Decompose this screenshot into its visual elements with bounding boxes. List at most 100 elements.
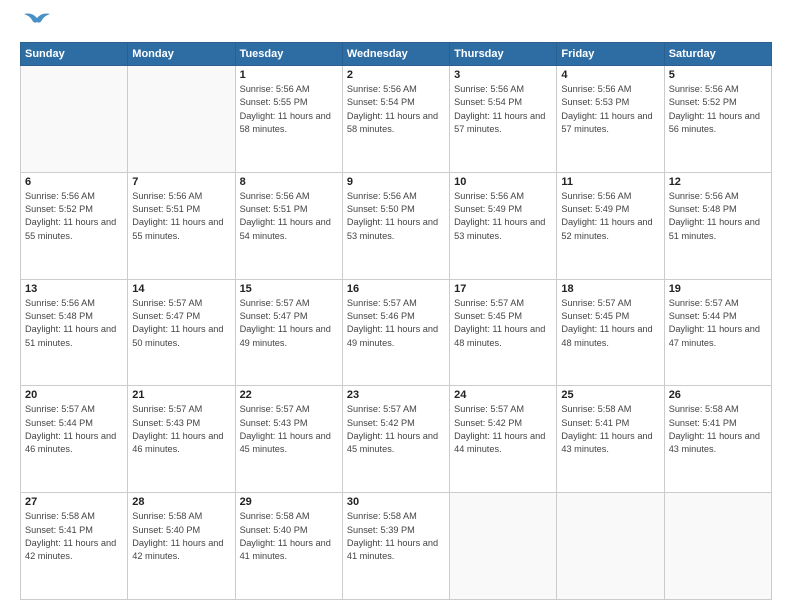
day-info: Sunrise: 5:57 AMSunset: 5:43 PMDaylight:… bbox=[240, 403, 338, 456]
day-number: 30 bbox=[347, 496, 445, 508]
day-info: Sunrise: 5:56 AMSunset: 5:52 PMDaylight:… bbox=[669, 83, 767, 136]
day-info: Sunrise: 5:57 AMSunset: 5:42 PMDaylight:… bbox=[454, 403, 552, 456]
calendar-day: 9 Sunrise: 5:56 AMSunset: 5:50 PMDaylight… bbox=[342, 172, 449, 279]
day-number: 19 bbox=[669, 283, 767, 295]
calendar-day: 20 Sunrise: 5:57 AMSunset: 5:44 PMDayligh… bbox=[21, 386, 128, 493]
day-number: 16 bbox=[347, 283, 445, 295]
calendar-day: 29 Sunrise: 5:58 AMSunset: 5:40 PMDayligh… bbox=[235, 493, 342, 600]
day-info: Sunrise: 5:56 AMSunset: 5:49 PMDaylight:… bbox=[454, 190, 552, 243]
day-number: 11 bbox=[561, 176, 659, 188]
calendar-day: 25 Sunrise: 5:58 AMSunset: 5:41 PMDayligh… bbox=[557, 386, 664, 493]
day-number: 7 bbox=[132, 176, 230, 188]
day-info: Sunrise: 5:56 AMSunset: 5:49 PMDaylight:… bbox=[561, 190, 659, 243]
calendar-week-2: 6Sunrise: 5:56 AMSunset: 5:52 PMDaylight… bbox=[21, 172, 772, 279]
day-info: Sunrise: 5:57 AMSunset: 5:45 PMDaylight:… bbox=[454, 297, 552, 350]
day-info: Sunrise: 5:58 AMSunset: 5:41 PMDaylight:… bbox=[561, 403, 659, 456]
day-number: 12 bbox=[669, 176, 767, 188]
day-info: Sunrise: 5:56 AMSunset: 5:51 PMDaylight:… bbox=[240, 190, 338, 243]
calendar-day: 22 Sunrise: 5:57 AMSunset: 5:43 PMDayligh… bbox=[235, 386, 342, 493]
calendar-day: 24Sunrise: 5:57 AMSunset: 5:42 PMDayligh… bbox=[450, 386, 557, 493]
calendar-week-3: 13Sunrise: 5:56 AMSunset: 5:48 PMDayligh… bbox=[21, 279, 772, 386]
day-number: 21 bbox=[132, 389, 230, 401]
day-number: 10 bbox=[454, 176, 552, 188]
calendar-day: 26 Sunrise: 5:58 AMSunset: 5:41 PMDayligh… bbox=[664, 386, 771, 493]
day-number: 18 bbox=[561, 283, 659, 295]
day-number: 28 bbox=[132, 496, 230, 508]
calendar-day bbox=[557, 493, 664, 600]
calendar-header-friday: Friday bbox=[557, 43, 664, 66]
calendar-week-5: 27 Sunrise: 5:58 AMSunset: 5:41 PMDayligh… bbox=[21, 493, 772, 600]
calendar-day: 12 Sunrise: 5:56 AMSunset: 5:48 PMDayligh… bbox=[664, 172, 771, 279]
day-info: Sunrise: 5:57 AMSunset: 5:45 PMDaylight:… bbox=[561, 297, 659, 350]
header bbox=[20, 18, 772, 32]
page: SundayMondayTuesdayWednesdayThursdayFrid… bbox=[0, 0, 792, 612]
calendar-week-4: 20 Sunrise: 5:57 AMSunset: 5:44 PMDayligh… bbox=[21, 386, 772, 493]
day-number: 22 bbox=[240, 389, 338, 401]
day-info: Sunrise: 5:57 AMSunset: 5:42 PMDaylight:… bbox=[347, 403, 445, 456]
calendar-day: 11 Sunrise: 5:56 AMSunset: 5:49 PMDayligh… bbox=[557, 172, 664, 279]
calendar-day: 28Sunrise: 5:58 AMSunset: 5:40 PMDayligh… bbox=[128, 493, 235, 600]
calendar-day bbox=[450, 493, 557, 600]
calendar-day: 21 Sunrise: 5:57 AMSunset: 5:43 PMDayligh… bbox=[128, 386, 235, 493]
calendar-day: 7 Sunrise: 5:56 AMSunset: 5:51 PMDaylight… bbox=[128, 172, 235, 279]
calendar-day: 15 Sunrise: 5:57 AMSunset: 5:47 PMDayligh… bbox=[235, 279, 342, 386]
calendar-header-sunday: Sunday bbox=[21, 43, 128, 66]
day-number: 17 bbox=[454, 283, 552, 295]
calendar-day: 5 Sunrise: 5:56 AMSunset: 5:52 PMDaylight… bbox=[664, 66, 771, 173]
day-number: 14 bbox=[132, 283, 230, 295]
day-info: Sunrise: 5:58 AMSunset: 5:40 PMDaylight:… bbox=[240, 510, 338, 563]
calendar-day: 13Sunrise: 5:56 AMSunset: 5:48 PMDayligh… bbox=[21, 279, 128, 386]
day-number: 15 bbox=[240, 283, 338, 295]
calendar-day: 6Sunrise: 5:56 AMSunset: 5:52 PMDaylight… bbox=[21, 172, 128, 279]
calendar-day: 2 Sunrise: 5:56 AMSunset: 5:54 PMDaylight… bbox=[342, 66, 449, 173]
calendar-header-monday: Monday bbox=[128, 43, 235, 66]
day-info: Sunrise: 5:57 AMSunset: 5:47 PMDaylight:… bbox=[240, 297, 338, 350]
day-info: Sunrise: 5:56 AMSunset: 5:53 PMDaylight:… bbox=[561, 83, 659, 136]
day-number: 29 bbox=[240, 496, 338, 508]
logo bbox=[20, 18, 52, 32]
calendar-day: 18 Sunrise: 5:57 AMSunset: 5:45 PMDayligh… bbox=[557, 279, 664, 386]
day-info: Sunrise: 5:56 AMSunset: 5:51 PMDaylight:… bbox=[132, 190, 230, 243]
day-info: Sunrise: 5:58 AMSunset: 5:41 PMDaylight:… bbox=[669, 403, 767, 456]
calendar-day: 8Sunrise: 5:56 AMSunset: 5:51 PMDaylight… bbox=[235, 172, 342, 279]
calendar-day: 17 Sunrise: 5:57 AMSunset: 5:45 PMDayligh… bbox=[450, 279, 557, 386]
day-info: Sunrise: 5:58 AMSunset: 5:41 PMDaylight:… bbox=[25, 510, 123, 563]
day-info: Sunrise: 5:57 AMSunset: 5:44 PMDaylight:… bbox=[25, 403, 123, 456]
day-number: 25 bbox=[561, 389, 659, 401]
day-number: 5 bbox=[669, 69, 767, 81]
calendar-day: 3Sunrise: 5:56 AMSunset: 5:54 PMDaylight… bbox=[450, 66, 557, 173]
calendar-header-wednesday: Wednesday bbox=[342, 43, 449, 66]
day-number: 23 bbox=[347, 389, 445, 401]
day-number: 27 bbox=[25, 496, 123, 508]
day-info: Sunrise: 5:56 AMSunset: 5:52 PMDaylight:… bbox=[25, 190, 123, 243]
day-info: Sunrise: 5:56 AMSunset: 5:54 PMDaylight:… bbox=[454, 83, 552, 136]
calendar-header-thursday: Thursday bbox=[450, 43, 557, 66]
day-info: Sunrise: 5:57 AMSunset: 5:46 PMDaylight:… bbox=[347, 297, 445, 350]
day-number: 2 bbox=[347, 69, 445, 81]
day-info: Sunrise: 5:57 AMSunset: 5:44 PMDaylight:… bbox=[669, 297, 767, 350]
day-number: 26 bbox=[669, 389, 767, 401]
calendar-day: 14 Sunrise: 5:57 AMSunset: 5:47 PMDayligh… bbox=[128, 279, 235, 386]
day-number: 20 bbox=[25, 389, 123, 401]
day-number: 9 bbox=[347, 176, 445, 188]
calendar-day: 19 Sunrise: 5:57 AMSunset: 5:44 PMDayligh… bbox=[664, 279, 771, 386]
calendar-header-row: SundayMondayTuesdayWednesdayThursdayFrid… bbox=[21, 43, 772, 66]
day-info: Sunrise: 5:56 AMSunset: 5:54 PMDaylight:… bbox=[347, 83, 445, 136]
calendar-day: 1Sunrise: 5:56 AMSunset: 5:55 PMDaylight… bbox=[235, 66, 342, 173]
calendar-day: 30Sunrise: 5:58 AMSunset: 5:39 PMDayligh… bbox=[342, 493, 449, 600]
calendar-day bbox=[664, 493, 771, 600]
day-info: Sunrise: 5:56 AMSunset: 5:50 PMDaylight:… bbox=[347, 190, 445, 243]
calendar-day: 16 Sunrise: 5:57 AMSunset: 5:46 PMDayligh… bbox=[342, 279, 449, 386]
day-info: Sunrise: 5:57 AMSunset: 5:43 PMDaylight:… bbox=[132, 403, 230, 456]
day-number: 4 bbox=[561, 69, 659, 81]
day-number: 13 bbox=[25, 283, 123, 295]
calendar-day: 23 Sunrise: 5:57 AMSunset: 5:42 PMDayligh… bbox=[342, 386, 449, 493]
calendar-day: 10 Sunrise: 5:56 AMSunset: 5:49 PMDayligh… bbox=[450, 172, 557, 279]
day-info: Sunrise: 5:56 AMSunset: 5:48 PMDaylight:… bbox=[669, 190, 767, 243]
calendar-header-saturday: Saturday bbox=[664, 43, 771, 66]
calendar-day bbox=[21, 66, 128, 173]
calendar-day: 4 Sunrise: 5:56 AMSunset: 5:53 PMDaylight… bbox=[557, 66, 664, 173]
calendar-day: 27 Sunrise: 5:58 AMSunset: 5:41 PMDayligh… bbox=[21, 493, 128, 600]
calendar-week-1: 1Sunrise: 5:56 AMSunset: 5:55 PMDaylight… bbox=[21, 66, 772, 173]
day-info: Sunrise: 5:57 AMSunset: 5:47 PMDaylight:… bbox=[132, 297, 230, 350]
